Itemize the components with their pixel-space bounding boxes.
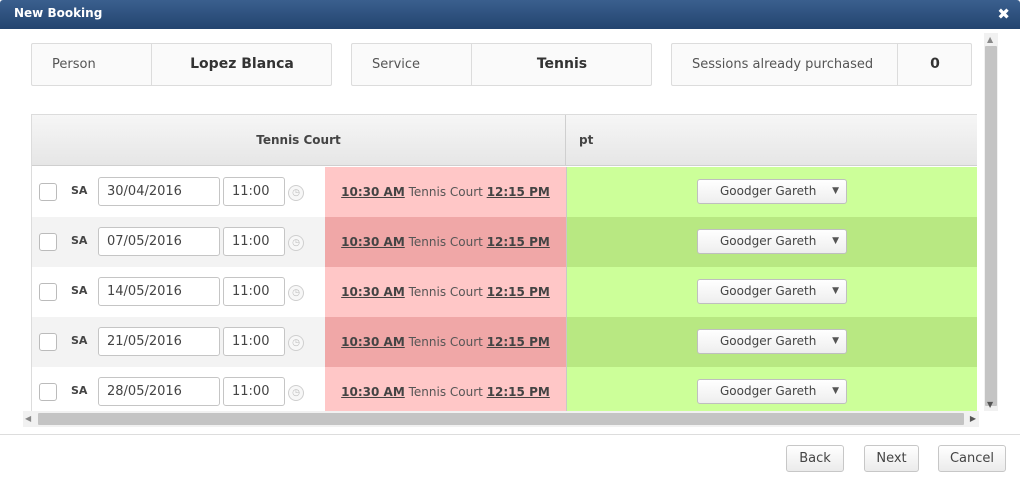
- vertical-scrollbar[interactable]: ▲ ▼: [984, 33, 998, 411]
- booking-row: SA ◷ 10:30 AM Tennis Court 12:15 PM Good…: [32, 367, 977, 411]
- slot-end-link[interactable]: 12:15 PM: [487, 335, 550, 349]
- sessions-value: 0: [930, 56, 940, 72]
- time-input[interactable]: [223, 327, 285, 356]
- dialog-titlebar: New Booking ✖: [0, 0, 1020, 29]
- staff-cell: Goodger Gareth ▼: [566, 317, 977, 367]
- staff-select-value: Goodger Gareth: [720, 334, 817, 348]
- slot-start-link[interactable]: 10:30 AM: [341, 335, 405, 349]
- chevron-down-icon: ▼: [832, 336, 839, 346]
- service-value: Tennis: [536, 56, 588, 72]
- time-input[interactable]: [223, 277, 285, 306]
- row-checkbox[interactable]: [39, 333, 57, 351]
- slot-resource: Tennis Court: [408, 285, 483, 299]
- staff-cell: Goodger Gareth ▼: [566, 167, 977, 217]
- slot-resource: Tennis Court: [408, 185, 483, 199]
- person-label: Person: [32, 44, 152, 85]
- clock-icon[interactable]: ◷: [288, 185, 304, 201]
- slot-start-link[interactable]: 10:30 AM: [341, 185, 405, 199]
- cancel-button[interactable]: Cancel: [938, 445, 1006, 472]
- time-input[interactable]: [223, 377, 285, 406]
- person-value: Lopez Blanca: [190, 56, 294, 72]
- row-checkbox[interactable]: [39, 233, 57, 251]
- weekday-label: SA: [71, 234, 88, 247]
- staff-select-value: Goodger Gareth: [720, 234, 817, 248]
- booking-grid: Tennis Court pt SA ◷ 10:30 AM Tennis Cou…: [31, 114, 977, 411]
- slot-start-link[interactable]: 10:30 AM: [341, 235, 405, 249]
- new-booking-dialog: New Booking ✖ Person Lopez Blanca Servic…: [0, 0, 1020, 484]
- staff-select[interactable]: Goodger Gareth ▼: [697, 179, 847, 204]
- staff-select[interactable]: Goodger Gareth ▼: [697, 379, 847, 404]
- staff-cell: Goodger Gareth ▼: [566, 367, 977, 411]
- staff-select-value: Goodger Gareth: [720, 284, 817, 298]
- horizontal-scroll-thumb[interactable]: [38, 413, 964, 425]
- booking-row: SA ◷ 10:30 AM Tennis Court 12:15 PM Good…: [32, 167, 977, 217]
- slot-end-link[interactable]: 12:15 PM: [487, 185, 550, 199]
- next-button[interactable]: Next: [864, 445, 919, 472]
- clock-icon[interactable]: ◷: [288, 335, 304, 351]
- horizontal-scrollbar[interactable]: ◀ ▶: [23, 411, 979, 427]
- date-input[interactable]: [98, 277, 220, 306]
- sessions-label: Sessions already purchased: [672, 44, 898, 85]
- slot-start-link[interactable]: 10:30 AM: [341, 385, 405, 399]
- grid-header: Tennis Court pt: [32, 114, 977, 166]
- clock-icon[interactable]: ◷: [288, 385, 304, 401]
- scroll-right-icon[interactable]: ▶: [970, 414, 976, 423]
- staff-select[interactable]: Goodger Gareth ▼: [697, 229, 847, 254]
- service-label: Service: [352, 44, 472, 85]
- chevron-down-icon: ▼: [832, 386, 839, 396]
- date-input[interactable]: [98, 377, 220, 406]
- court-slot: 10:30 AM Tennis Court 12:15 PM: [325, 317, 566, 367]
- court-slot: 10:30 AM Tennis Court 12:15 PM: [325, 267, 566, 317]
- column-header-resource: Tennis Court: [32, 115, 566, 166]
- date-input[interactable]: [98, 327, 220, 356]
- slot-end-link[interactable]: 12:15 PM: [487, 285, 550, 299]
- row-checkbox[interactable]: [39, 283, 57, 301]
- staff-select-value: Goodger Gareth: [720, 184, 817, 198]
- person-info: Person Lopez Blanca: [31, 43, 332, 86]
- staff-select[interactable]: Goodger Gareth ▼: [697, 279, 847, 304]
- time-input[interactable]: [223, 177, 285, 206]
- back-button[interactable]: Back: [786, 445, 844, 472]
- court-slot: 10:30 AM Tennis Court 12:15 PM: [325, 167, 566, 217]
- chevron-down-icon: ▼: [832, 236, 839, 246]
- date-input[interactable]: [98, 177, 220, 206]
- chevron-down-icon: ▼: [832, 186, 839, 196]
- staff-select[interactable]: Goodger Gareth ▼: [697, 329, 847, 354]
- staff-select-value: Goodger Gareth: [720, 384, 817, 398]
- booking-row: SA ◷ 10:30 AM Tennis Court 12:15 PM Good…: [32, 267, 977, 317]
- footer-divider: [0, 434, 1020, 435]
- chevron-down-icon: ▼: [832, 286, 839, 296]
- weekday-label: SA: [71, 334, 88, 347]
- slot-start-link[interactable]: 10:30 AM: [341, 285, 405, 299]
- column-header-staff: pt: [579, 133, 594, 147]
- court-slot: 10:30 AM Tennis Court 12:15 PM: [325, 217, 566, 267]
- scroll-left-icon[interactable]: ◀: [25, 414, 31, 423]
- booking-row: SA ◷ 10:30 AM Tennis Court 12:15 PM Good…: [32, 217, 977, 267]
- service-info: Service Tennis: [351, 43, 652, 86]
- clock-icon[interactable]: ◷: [288, 235, 304, 251]
- clock-icon[interactable]: ◷: [288, 285, 304, 301]
- court-slot: 10:30 AM Tennis Court 12:15 PM: [325, 367, 566, 411]
- booking-row: SA ◷ 10:30 AM Tennis Court 12:15 PM Good…: [32, 317, 977, 367]
- slot-resource: Tennis Court: [408, 235, 483, 249]
- vertical-scroll-thumb[interactable]: [985, 46, 997, 406]
- weekday-label: SA: [71, 184, 88, 197]
- weekday-label: SA: [71, 284, 88, 297]
- dialog-title: New Booking: [14, 6, 103, 20]
- slot-resource: Tennis Court: [408, 335, 483, 349]
- close-icon[interactable]: ✖: [997, 5, 1010, 23]
- time-input[interactable]: [223, 227, 285, 256]
- slot-end-link[interactable]: 12:15 PM: [487, 385, 550, 399]
- slot-end-link[interactable]: 12:15 PM: [487, 235, 550, 249]
- row-checkbox[interactable]: [39, 183, 57, 201]
- slot-resource: Tennis Court: [408, 385, 483, 399]
- staff-cell: Goodger Gareth ▼: [566, 267, 977, 317]
- staff-cell: Goodger Gareth ▼: [566, 217, 977, 267]
- scroll-down-icon[interactable]: ▼: [987, 400, 993, 409]
- scroll-up-icon[interactable]: ▲: [987, 35, 993, 44]
- weekday-label: SA: [71, 384, 88, 397]
- sessions-info: Sessions already purchased 0: [671, 43, 972, 86]
- row-checkbox[interactable]: [39, 383, 57, 401]
- date-input[interactable]: [98, 227, 220, 256]
